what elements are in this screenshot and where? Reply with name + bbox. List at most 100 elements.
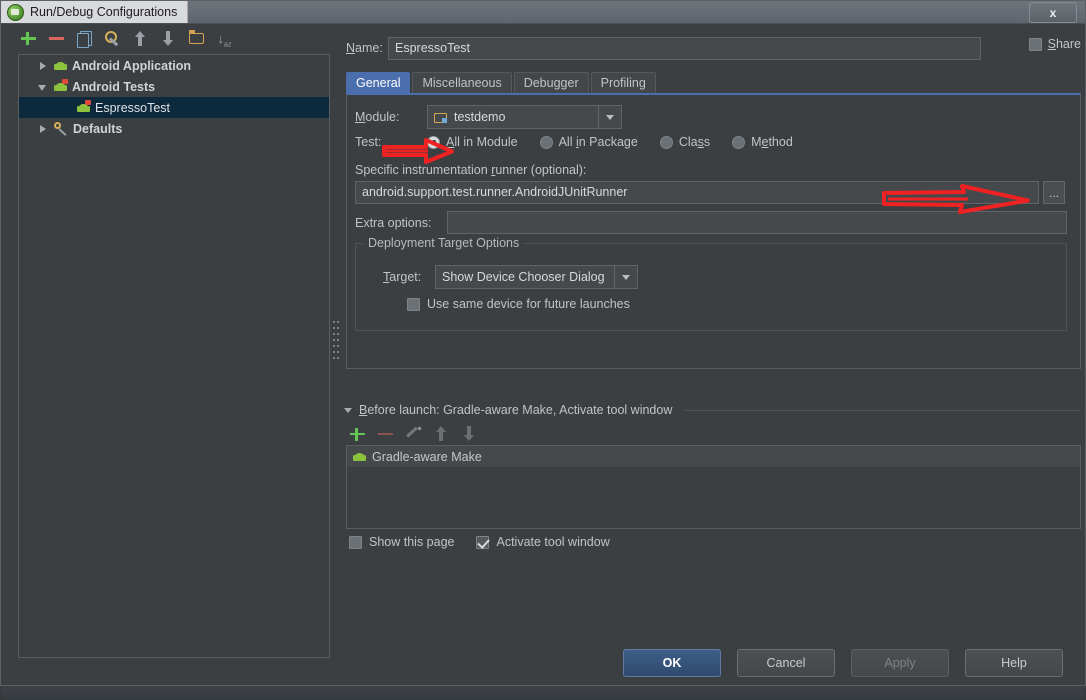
configurations-tree[interactable]: Android Application Android Tests Espres… xyxy=(18,54,330,658)
chevron-down-icon[interactable] xyxy=(598,106,621,128)
use-same-device-checkbox[interactable] xyxy=(407,297,420,311)
runner-input[interactable]: android.support.test.runner.AndroidJUnit… xyxy=(355,181,1039,204)
share-checkbox[interactable] xyxy=(1028,37,1042,51)
radio-method[interactable]: Method xyxy=(732,135,793,149)
move-task-up-button[interactable] xyxy=(433,425,450,442)
dialog-titlebar[interactable]: Run/Debug Configurations x xyxy=(1,1,1085,24)
remove-task-button[interactable] xyxy=(377,425,394,442)
header-rule xyxy=(685,409,1081,411)
tree-item-label: Defaults xyxy=(73,121,123,136)
activate-tool-window-group[interactable]: Activate tool window xyxy=(476,535,610,549)
name-row: Name: EspressoTest xyxy=(346,36,1081,60)
tab-general[interactable]: General xyxy=(346,72,411,94)
chevron-down-icon[interactable] xyxy=(344,405,354,415)
remove-configuration-button[interactable] xyxy=(48,30,65,47)
module-folder-icon xyxy=(434,111,448,124)
runner-label: Specific instrumentation runner (optiona… xyxy=(355,163,587,177)
cancel-button[interactable]: Cancel xyxy=(737,649,835,677)
add-configuration-button[interactable] xyxy=(20,30,37,47)
ok-button[interactable]: OK xyxy=(623,649,721,677)
tree-item-android-tests[interactable]: Android Tests xyxy=(19,76,329,97)
tree-item-defaults[interactable]: Defaults xyxy=(19,118,329,139)
move-up-button[interactable] xyxy=(132,30,149,47)
radio-dot-icon[interactable] xyxy=(659,135,673,149)
radio-all-in-module[interactable]: All in Module xyxy=(427,135,518,149)
tab-miscellaneous[interactable]: Miscellaneous xyxy=(412,72,512,94)
radio-all-in-package[interactable]: All in Package xyxy=(539,135,638,149)
radio-dot-icon[interactable] xyxy=(427,135,440,149)
module-row: Module: testdemo xyxy=(355,105,622,129)
test-scope-row: Test: All in Module All in Package Class xyxy=(355,135,815,149)
radio-class[interactable]: Class xyxy=(659,135,710,149)
deployment-target-options-group: Deployment Target Options Target: Show D… xyxy=(355,236,1067,331)
radio-dot-icon[interactable] xyxy=(732,135,746,149)
chevron-right-icon[interactable] xyxy=(37,60,49,72)
dialog-button-bar: OK Cancel Apply Help xyxy=(1,649,1086,677)
sort-configurations-button[interactable]: ↓az xyxy=(216,30,233,49)
test-scope-radio-group[interactable]: All in Module All in Package Class Metho… xyxy=(427,135,815,149)
radio-dot-icon[interactable] xyxy=(539,135,553,149)
configuration-editor-pane: Name: EspressoTest Share General Miscell… xyxy=(341,25,1081,665)
name-input[interactable]: EspressoTest xyxy=(388,36,981,60)
pane-splitter[interactable] xyxy=(332,321,341,365)
move-task-down-button[interactable] xyxy=(461,425,478,442)
edit-defaults-button[interactable] xyxy=(104,30,121,47)
tree-item-label: Android Tests xyxy=(72,79,156,94)
wrench-icon xyxy=(54,122,68,135)
chevron-right-icon[interactable] xyxy=(37,123,49,135)
edit-task-button[interactable] xyxy=(405,425,422,442)
test-label: Test: xyxy=(355,135,382,149)
show-this-page-label: Show this page xyxy=(369,535,455,549)
help-button[interactable]: Help xyxy=(965,649,1063,677)
runner-browse-button[interactable]: ... xyxy=(1043,181,1065,204)
list-item[interactable]: Gradle-aware Make xyxy=(347,446,1080,467)
move-down-button[interactable] xyxy=(160,30,177,47)
before-launch-task-list[interactable]: Gradle-aware Make xyxy=(346,445,1081,529)
chevron-down-icon[interactable] xyxy=(37,81,49,93)
before-launch-checkboxes: Show this page Activate tool window xyxy=(349,535,610,549)
name-label: Name: xyxy=(346,41,383,55)
share-label: Share xyxy=(1047,37,1081,51)
show-this-page-group[interactable]: Show this page xyxy=(349,535,454,549)
show-this-page-checkbox[interactable] xyxy=(349,535,362,549)
runner-row: android.support.test.runner.AndroidJUnit… xyxy=(355,181,1065,204)
copy-configuration-button[interactable] xyxy=(76,30,93,48)
chevron-down-icon[interactable] xyxy=(614,266,637,288)
create-folder-button[interactable] xyxy=(188,30,205,47)
android-studio-icon xyxy=(7,3,24,21)
close-button[interactable]: x xyxy=(1029,2,1077,23)
target-row: Target: Show Device Chooser Dialog xyxy=(383,265,638,289)
module-label: Module: xyxy=(355,110,400,124)
module-value: testdemo xyxy=(454,110,506,124)
tree-item-label: EspressoTest xyxy=(95,100,171,115)
extra-options-row: Extra options: xyxy=(355,211,1067,234)
configurations-left-pane: ↓az Android Application Android Tests Es… xyxy=(2,24,332,664)
module-combobox[interactable]: testdemo xyxy=(427,105,622,129)
activate-tool-window-checkbox[interactable] xyxy=(476,535,490,549)
android-test-icon xyxy=(77,100,91,114)
before-launch-title: Before launch: Gradle-aware Make, Activa… xyxy=(359,403,673,417)
extra-options-label: Extra options: xyxy=(355,215,432,230)
editor-tabs[interactable]: General Miscellaneous Debugger Profiling xyxy=(346,72,656,94)
before-launch-header[interactable]: Before launch: Gradle-aware Make, Activa… xyxy=(344,403,1081,417)
add-task-button[interactable] xyxy=(349,425,366,442)
target-label: Target: xyxy=(383,270,422,284)
tree-item-label: Android Application xyxy=(72,58,191,73)
target-value: Show Device Chooser Dialog xyxy=(442,270,605,284)
task-label: Gradle-aware Make xyxy=(372,449,482,464)
share-checkbox-group[interactable]: Share xyxy=(1028,37,1081,51)
android-icon xyxy=(54,59,67,72)
apply-button[interactable]: Apply xyxy=(851,649,949,677)
extra-options-input[interactable] xyxy=(447,211,1067,234)
use-same-device-row[interactable]: Use same device for future launches xyxy=(407,297,630,311)
dialog-title: Run/Debug Configurations xyxy=(30,5,178,19)
activate-tool-window-label: Activate tool window xyxy=(496,535,610,549)
tab-profiling[interactable]: Profiling xyxy=(590,72,656,94)
before-launch-toolbar xyxy=(349,425,478,442)
tab-debugger[interactable]: Debugger xyxy=(513,72,589,94)
tree-item-android-application[interactable]: Android Application xyxy=(19,55,329,76)
run-debug-configurations-dialog: Run/Debug Configurations x ↓az Android A… xyxy=(0,0,1086,686)
titlebar-label-group: Run/Debug Configurations xyxy=(1,1,189,23)
target-combobox[interactable]: Show Device Chooser Dialog xyxy=(435,265,638,289)
tree-item-espressotest[interactable]: EspressoTest xyxy=(19,97,329,118)
